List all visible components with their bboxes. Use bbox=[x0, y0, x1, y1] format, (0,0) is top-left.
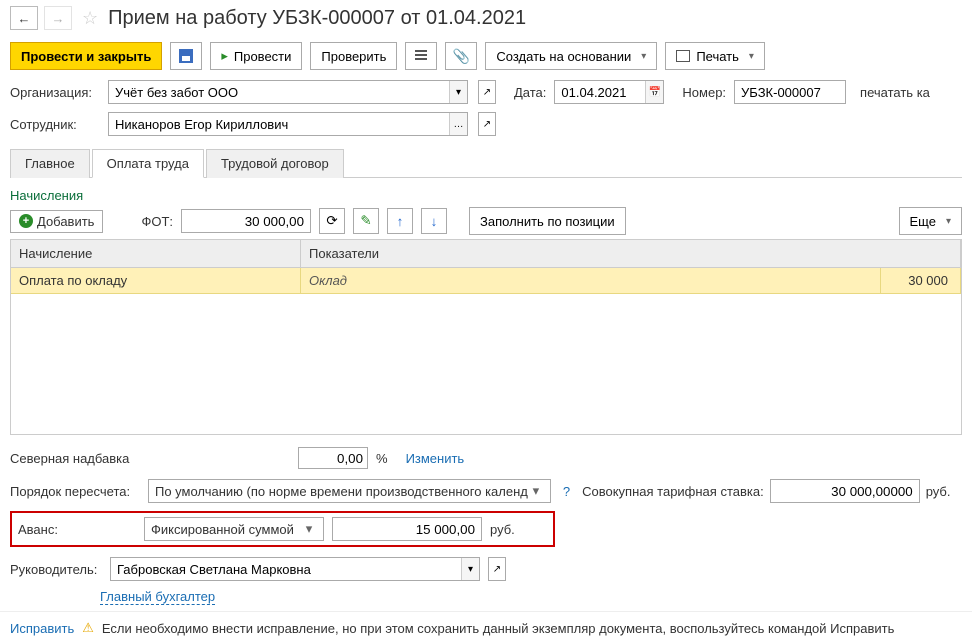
org-open-button[interactable]: ↗ bbox=[478, 80, 496, 104]
north-label: Северная надбавка bbox=[10, 451, 290, 466]
up-button[interactable]: ↑ bbox=[387, 208, 413, 234]
employee-more-button[interactable]: … bbox=[449, 113, 467, 135]
page-title: Прием на работу УБЗК-000007 от 01.04.202… bbox=[108, 7, 526, 30]
fix-link[interactable]: Исправить bbox=[10, 621, 74, 636]
avans-label: Аванс: bbox=[18, 522, 136, 537]
org-field[interactable]: ▾ bbox=[108, 80, 468, 104]
table-empty-area bbox=[11, 294, 961, 434]
print-as-label: печатать ка bbox=[860, 85, 930, 100]
avans-section: Аванс: Фиксированной суммой ▾ руб. bbox=[10, 511, 555, 547]
create-based-button[interactable]: Создать на основании bbox=[485, 42, 657, 70]
number-input[interactable] bbox=[735, 81, 845, 103]
tabs: Главное Оплата труда Трудовой договор bbox=[10, 148, 962, 178]
refresh-icon: ⟳ bbox=[326, 213, 337, 229]
commit-close-button[interactable]: Провести и закрыть bbox=[10, 42, 162, 70]
more-button[interactable]: Еще bbox=[899, 207, 962, 235]
accruals-table: Начисление Показатели Оплата по окладу О… bbox=[10, 239, 962, 435]
list-button[interactable] bbox=[405, 42, 437, 70]
percent-label: % bbox=[376, 451, 388, 466]
table-header: Начисление Показатели bbox=[11, 240, 961, 268]
print-button[interactable]: Печать bbox=[665, 42, 765, 70]
save-icon bbox=[179, 49, 193, 63]
date-label: Дата: bbox=[514, 85, 546, 100]
down-button[interactable]: ↓ bbox=[421, 208, 447, 234]
warning-icon: ⚠ bbox=[82, 620, 94, 636]
org-label: Организация: bbox=[10, 85, 100, 100]
avans-mode-field[interactable]: Фиксированной суммой ▾ bbox=[144, 517, 324, 541]
change-link[interactable]: Изменить bbox=[406, 451, 465, 466]
edit-button[interactable]: ✎ bbox=[353, 208, 379, 234]
commit-button[interactable]: ▸Провести bbox=[210, 42, 302, 70]
footer-note: Если необходимо внести исправление, но п… bbox=[102, 621, 894, 636]
recalc-field[interactable]: По умолчанию (по норме времени производс… bbox=[148, 479, 551, 503]
manager-input[interactable] bbox=[111, 558, 461, 580]
nav-forward-button[interactable]: → bbox=[44, 6, 72, 30]
accruals-title: Начисления bbox=[10, 188, 962, 203]
refresh-button[interactable]: ⟳ bbox=[319, 208, 345, 234]
tab-contract[interactable]: Трудовой договор bbox=[206, 149, 344, 178]
save-button[interactable] bbox=[170, 42, 202, 70]
fot-label: ФОТ: bbox=[141, 214, 173, 229]
manager-dropdown-button[interactable]: ▾ bbox=[461, 558, 479, 580]
avans-unit: руб. bbox=[490, 522, 515, 537]
attach-button[interactable]: 📎 bbox=[445, 42, 477, 70]
date-field[interactable]: 📅 bbox=[554, 80, 664, 104]
row-name: Оплата по окладу bbox=[11, 268, 301, 293]
tab-salary[interactable]: Оплата труда bbox=[92, 149, 204, 178]
recalc-label: Порядок пересчета: bbox=[10, 484, 142, 499]
fot-input[interactable] bbox=[181, 209, 311, 233]
help-link[interactable]: ? bbox=[563, 484, 570, 499]
date-input[interactable] bbox=[555, 81, 645, 103]
favorite-icon[interactable]: ☆ bbox=[82, 8, 98, 29]
plus-icon: + bbox=[19, 214, 33, 228]
number-field[interactable] bbox=[734, 80, 846, 104]
col-indicators: Показатели bbox=[301, 240, 961, 267]
org-input[interactable] bbox=[109, 81, 449, 103]
tab-main[interactable]: Главное bbox=[10, 149, 90, 178]
row-indicator: Оклад bbox=[301, 268, 881, 293]
rub-label: руб. bbox=[926, 484, 951, 499]
org-dropdown-button[interactable]: ▾ bbox=[449, 81, 467, 103]
employee-label: Сотрудник: bbox=[10, 117, 100, 132]
calendar-button[interactable]: 📅 bbox=[645, 81, 663, 103]
col-name: Начисление bbox=[11, 240, 301, 267]
number-label: Номер: bbox=[682, 85, 726, 100]
avans-input[interactable] bbox=[332, 517, 482, 541]
pencil-icon: ✎ bbox=[360, 213, 371, 229]
table-row[interactable]: Оплата по окладу Оклад 30 000 bbox=[11, 268, 961, 294]
manager-open-button[interactable]: ↗ bbox=[488, 557, 506, 581]
printer-icon bbox=[676, 50, 690, 62]
chevron-down-icon[interactable]: ▾ bbox=[301, 521, 317, 537]
chevron-down-icon[interactable]: ▾ bbox=[528, 483, 544, 499]
manager-label: Руководитель: bbox=[10, 562, 104, 577]
add-button[interactable]: + Добавить bbox=[10, 210, 103, 233]
manager-field[interactable]: ▾ bbox=[110, 557, 480, 581]
arrow-up-icon: ↑ bbox=[397, 214, 404, 229]
arrow-down-icon: ↓ bbox=[431, 214, 438, 229]
commit-icon: ▸ bbox=[221, 48, 228, 64]
north-input[interactable] bbox=[298, 447, 368, 469]
total-rate-label: Совокупная тарифная ставка: bbox=[582, 484, 764, 499]
nav-back-button[interactable]: ← bbox=[10, 6, 38, 30]
employee-field[interactable]: … bbox=[108, 112, 468, 136]
row-value: 30 000 bbox=[881, 268, 961, 293]
employee-input[interactable] bbox=[109, 113, 449, 135]
list-icon bbox=[415, 50, 427, 62]
fill-position-button[interactable]: Заполнить по позиции bbox=[469, 207, 626, 235]
check-button[interactable]: Проверить bbox=[310, 42, 397, 70]
total-rate-input[interactable] bbox=[770, 479, 920, 503]
employee-open-button[interactable]: ↗ bbox=[478, 112, 496, 136]
manager-position-link[interactable]: Главный бухгалтер bbox=[100, 589, 215, 605]
clip-icon: 📎 bbox=[453, 48, 470, 65]
